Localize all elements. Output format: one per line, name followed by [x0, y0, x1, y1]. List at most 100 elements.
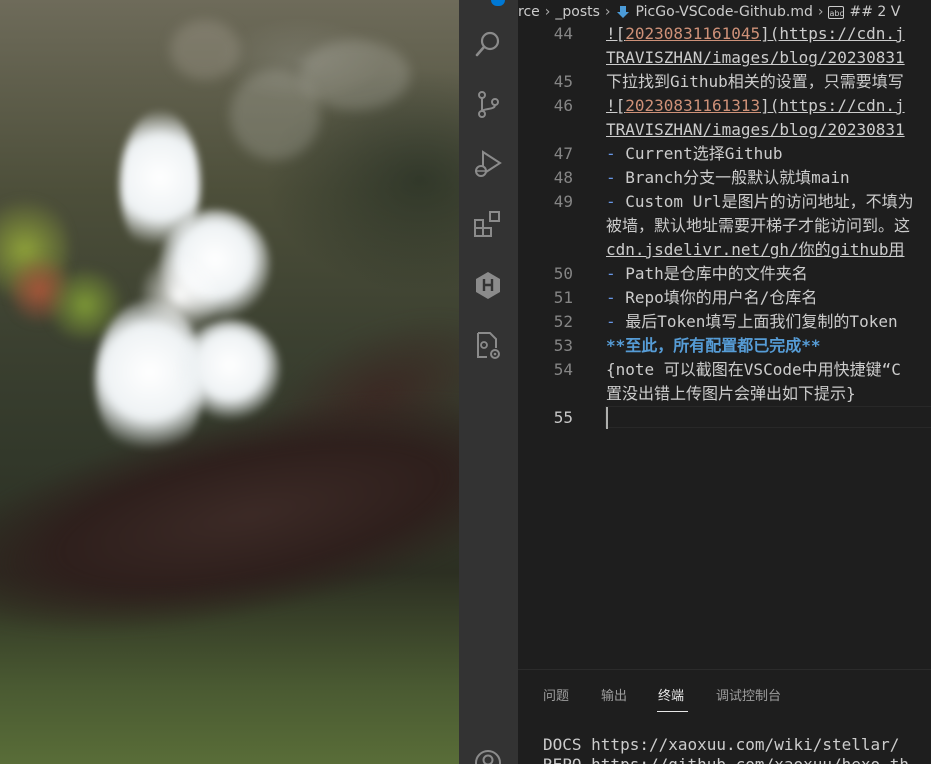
line-number: 44 [553, 24, 573, 43]
line-text: 被墙，默认地址需要开梯子才能访问到。这 [606, 214, 910, 238]
desktop-wallpaper [0, 0, 459, 764]
string-symbol-icon: abc [828, 5, 845, 19]
current-line-highlight [605, 406, 931, 428]
terminal-line: DOCS https://xaoxuu.com/wiki/stellar/ [543, 735, 900, 754]
code-line[interactable]: 48 - Branch分支一般默认就填main [518, 166, 931, 190]
token: TRAVISZHAN/images/blog/20230831 [606, 48, 905, 67]
account-icon[interactable] [473, 748, 503, 764]
line-number: 53 [553, 336, 573, 355]
line-text: - Custom Url是图片的访问地址，不填为 [606, 190, 914, 214]
token: ![ [606, 24, 626, 43]
line-number: 47 [553, 144, 573, 163]
token: - [606, 192, 626, 211]
code-line[interactable]: 51 - Repo填你的用户名/仓库名 [518, 286, 931, 310]
tab-problems[interactable]: 问题 [543, 685, 569, 704]
chevron-right-icon: › [544, 4, 551, 20]
active-tab-indicator [657, 711, 688, 712]
token: - [606, 288, 626, 307]
vscode-window: rce › _posts › PicGo-VSCode-Github.md › abc ## … [459, 0, 931, 764]
run-debug-icon[interactable] [473, 149, 503, 179]
line-number: 54 [553, 360, 573, 379]
line-number: 49 [553, 192, 573, 211]
token: {note 可以截图在VSCode中用快捷键“C [606, 360, 901, 379]
chevron-right-icon: › [817, 4, 824, 20]
line-text: 下拉找到Github相关的设置，只需要填写 [606, 70, 904, 94]
line-text: cdn.jsdelivr.net/gh/你的github用 [606, 238, 904, 262]
text-cursor [606, 407, 608, 429]
code-line[interactable]: 45 下拉找到Github相关的设置，只需要填写 [518, 70, 931, 94]
tab-debug-console[interactable]: 调试控制台 [716, 685, 781, 704]
chevron-right-icon: › [604, 4, 611, 20]
line-number: 52 [553, 312, 573, 331]
token: cdn.jsdelivr.net/gh/你的github用 [606, 240, 905, 259]
code-editor[interactable]: 44 ![20230831161045](https://cdn.j TRAVISZ… [518, 22, 931, 669]
line-number: 48 [553, 168, 573, 187]
token: Path是仓库中的文件夹名 [625, 264, 808, 283]
line-number: 46 [553, 96, 573, 115]
token: - [606, 168, 626, 187]
editor-area[interactable]: rce › _posts › PicGo-VSCode-Github.md › abc ## … [518, 0, 931, 669]
token: Repo填你的用户名/仓库名 [625, 288, 818, 307]
line-text: TRAVISZHAN/images/blog/20230831 [606, 118, 905, 142]
breadcrumb-item-heading[interactable]: ## 2 V [849, 4, 900, 20]
code-line[interactable]: 46 ![20230831161313](https://cdn.j [518, 94, 931, 118]
line-text: - Repo填你的用户名/仓库名 [606, 286, 817, 310]
code-line[interactable]: 54 {note 可以截图在VSCode中用快捷键“C [518, 358, 931, 382]
line-text: - Branch分支一般默认就填main [606, 166, 850, 190]
token: TRAVISZHAN/images/blog/20230831 [606, 120, 905, 139]
breadcrumb-item-folder[interactable]: rce [518, 4, 540, 20]
code-line[interactable]: 52 - 最后Token填写上面我们复制的Token [518, 310, 931, 334]
line-number: 45 [553, 72, 573, 91]
line-text: - 最后Token填写上面我们复制的Token [606, 310, 898, 334]
token: - [606, 144, 626, 163]
token: 置没出错上传图片会弹出如下提示} [606, 384, 856, 403]
tab-terminal[interactable]: 终端 [658, 685, 684, 704]
markdown-icon [616, 6, 629, 18]
breadcrumb: rce › _posts › PicGo-VSCode-Github.md › abc ## … [518, 0, 931, 24]
code-line[interactable]: TRAVISZHAN/images/blog/20230831 [518, 118, 931, 142]
code-line[interactable]: 53 **至此，所有配置都已完成** [518, 334, 931, 358]
token: 被墙，默认地址需要开梯子才能访问到。这 [606, 216, 911, 235]
source-control-badge-icon[interactable] [491, 0, 505, 6]
line-number: 51 [553, 288, 573, 307]
code-line[interactable]: 47 - Current选择Github [518, 142, 931, 166]
code-line[interactable]: 置没出错上传图片会弹出如下提示} [518, 382, 931, 406]
breadcrumb-item-file[interactable]: PicGo-VSCode-Github.md [636, 4, 813, 20]
terminal-line: REPO https://github.com/xaoxuu/hexo-th [543, 755, 909, 764]
line-text: - Path是仓库中的文件夹名 [606, 262, 808, 286]
token: Branch分支一般默认就填main [625, 168, 850, 187]
activity-bar [459, 0, 518, 764]
code-line[interactable]: 49 - Custom Url是图片的访问地址，不填为 [518, 190, 931, 214]
token: **至此，所有配置都已完成** [606, 336, 821, 355]
token: 下拉找到Github相关的设置，只需要填写 [606, 72, 904, 91]
line-text: 置没出错上传图片会弹出如下提示} [606, 382, 856, 406]
bottom-panel: 问题 输出 终端 调试控制台 DOCS https://xaoxuu.com/w… [518, 669, 931, 764]
breadcrumb-item-posts[interactable]: _posts [555, 4, 600, 20]
token: 最后Token填写上面我们复制的Token [625, 312, 898, 331]
source-control-icon[interactable] [473, 89, 503, 119]
extensions-icon[interactable] [473, 210, 503, 240]
code-line[interactable]: 55 [518, 406, 931, 430]
code-line[interactable]: 44 ![20230831161045](https://cdn.j [518, 22, 931, 46]
token: ](https://cdn.j [760, 96, 905, 115]
code-line[interactable]: TRAVISZHAN/images/blog/20230831 [518, 46, 931, 70]
line-number: 50 [553, 264, 573, 283]
tab-output[interactable]: 输出 [601, 685, 627, 704]
token: 20230831161045 [625, 24, 761, 43]
token: - [606, 264, 626, 283]
code-line[interactable]: cdn.jsdelivr.net/gh/你的github用 [518, 238, 931, 262]
code-line[interactable]: 被墙，默认地址需要开梯子才能访问到。这 [518, 214, 931, 238]
code-line[interactable]: 50 - Path是仓库中的文件夹名 [518, 262, 931, 286]
line-text: ![20230831161313](https://cdn.j [606, 94, 905, 118]
token: - [606, 312, 626, 331]
line-text: **至此，所有配置都已完成** [606, 334, 821, 358]
token: Current选择Github [625, 144, 783, 163]
remote-settings-icon[interactable] [473, 330, 503, 360]
search-icon[interactable] [473, 29, 503, 59]
line-number: 55 [553, 408, 573, 427]
token: Custom Url是图片的访问地址，不填为 [625, 192, 914, 211]
token: 20230831161313 [625, 96, 761, 115]
token: ](https://cdn.j [760, 24, 905, 43]
hexo-icon[interactable] [473, 270, 503, 300]
line-text: ![20230831161045](https://cdn.j [606, 22, 905, 46]
